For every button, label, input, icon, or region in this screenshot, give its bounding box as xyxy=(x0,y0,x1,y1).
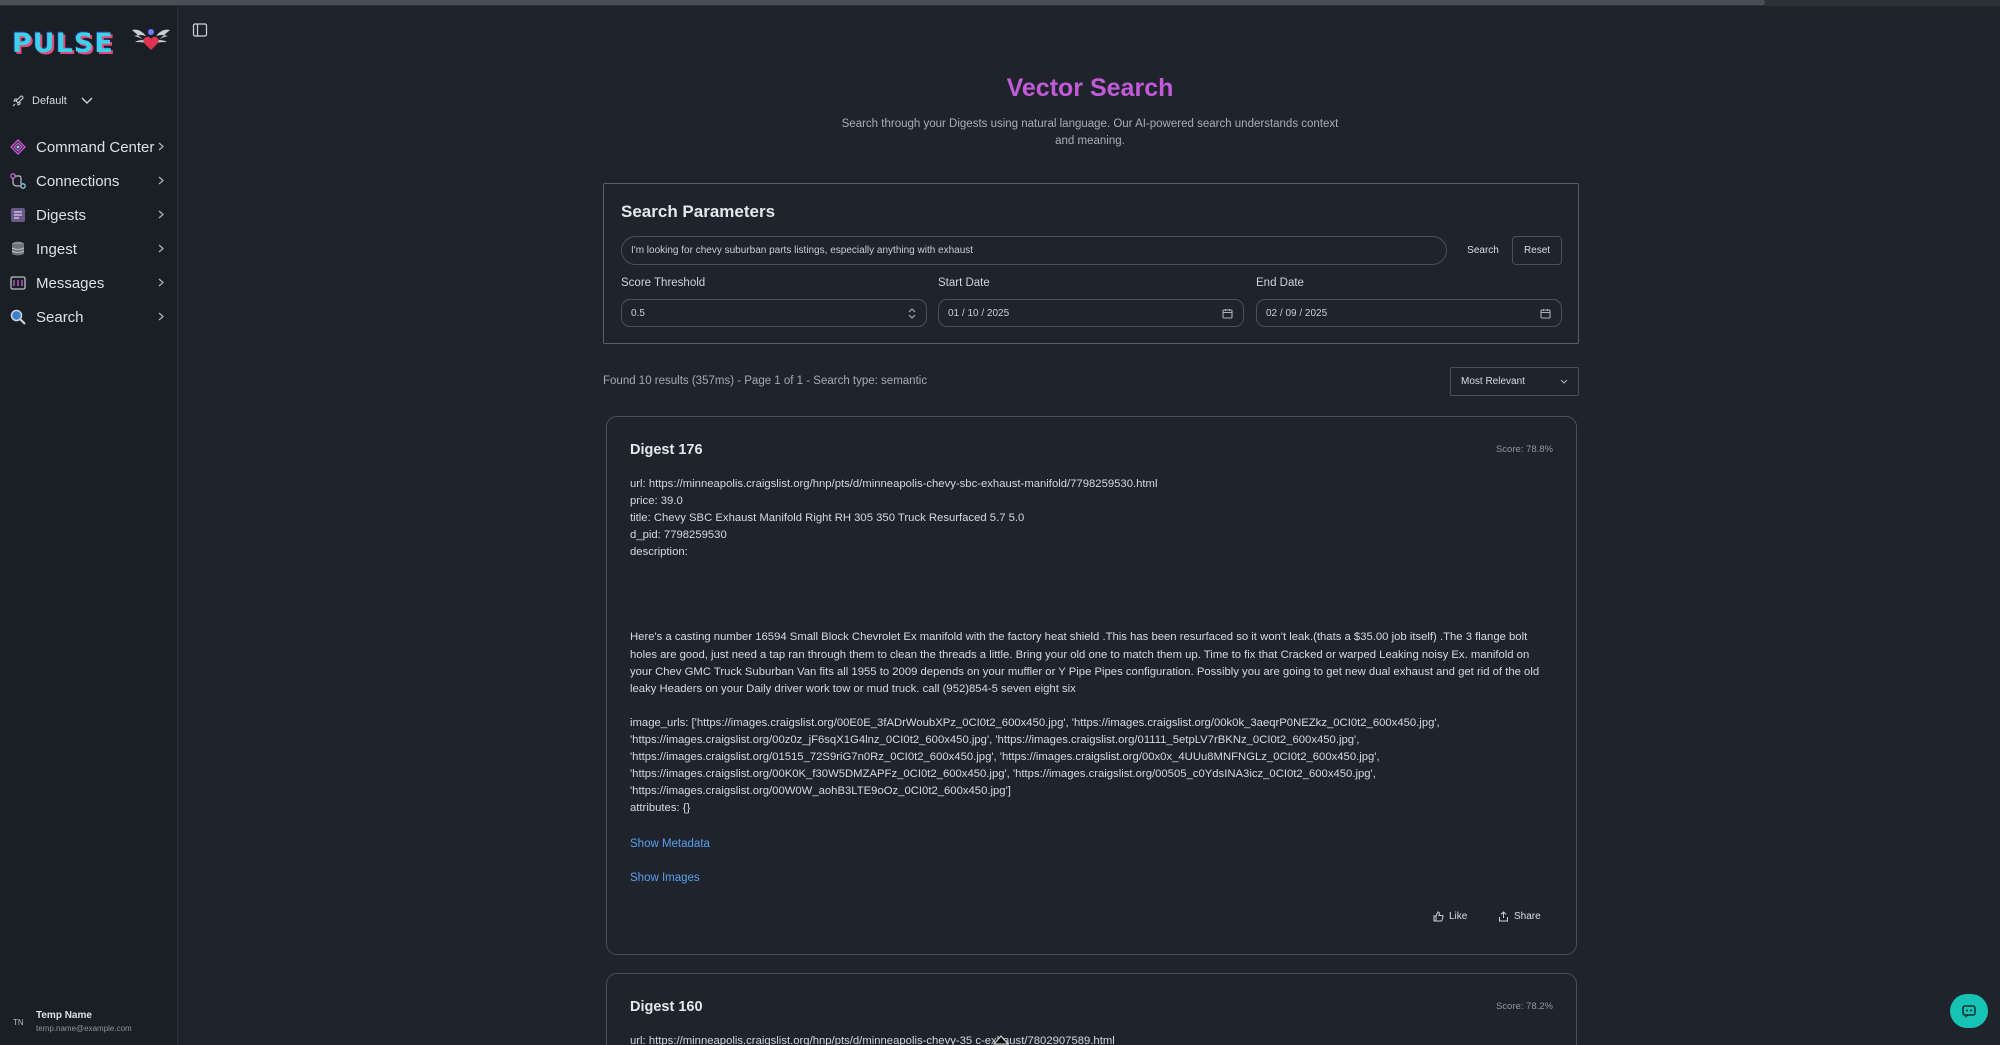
end-date-label: End Date xyxy=(1256,277,1304,289)
share-label: Share xyxy=(1514,911,1541,922)
like-button[interactable]: Like xyxy=(1433,911,1467,922)
rocket-icon xyxy=(12,95,24,107)
ingest-icon xyxy=(8,239,28,259)
result-score: Score: 78.2% xyxy=(1495,1001,1553,1012)
sidebar: PULSE Default Command Center Connections… xyxy=(0,6,178,1045)
calendar-icon[interactable] xyxy=(1540,308,1551,319)
winged-heart-icon xyxy=(132,29,170,50)
sidebar-item-label: Ingest xyxy=(36,240,77,258)
search-button[interactable]: Search xyxy=(1458,236,1508,265)
result-description: Here's a casting number 16594 Small Bloc… xyxy=(630,631,1540,695)
sidebar-nav: Command Center Connections Digests Inges… xyxy=(0,130,178,334)
score-threshold-value: 0.5 xyxy=(631,307,645,319)
chat-button[interactable] xyxy=(1950,994,1988,1028)
chevron-right-icon xyxy=(158,210,164,219)
result-card: Digest 176 Score: 78.8% url: https://min… xyxy=(606,416,1577,955)
result-attributes: attributes: {} xyxy=(630,802,691,815)
sort-selected-value: Most Relevant xyxy=(1461,376,1525,387)
search-icon xyxy=(8,307,28,327)
avatar: TN xyxy=(13,1018,24,1027)
chevron-down-icon xyxy=(1560,379,1568,384)
sidebar-item-search[interactable]: Search xyxy=(0,300,178,334)
sidebar-item-label: Messages xyxy=(36,274,105,292)
sidebar-item-connections[interactable]: Connections xyxy=(0,164,178,198)
sidebar-item-messages[interactable]: Messages xyxy=(0,266,178,300)
results-summary: Found 10 results (357ms) - Page 1 of 1 -… xyxy=(603,375,928,387)
result-price: price: 39.0 xyxy=(630,495,683,508)
result-pid: d_pid: 7798259530 xyxy=(630,529,727,542)
search-parameters-panel: Search Parameters I'm looking for chevy … xyxy=(603,183,1579,344)
result-image-urls: image_urls: ['https://images.craigslist.… xyxy=(630,716,1440,798)
start-date-value: 01 / 10 / 2025 xyxy=(948,307,1010,319)
user-email: temp.name@example.com xyxy=(36,1024,132,1033)
chevron-down-icon xyxy=(81,97,93,104)
result-card: Digest 160 Score: 78.2% url: https://min… xyxy=(606,973,1577,1045)
show-images-link[interactable]: Show Images xyxy=(630,872,700,884)
sidebar-toggle-icon[interactable] xyxy=(192,22,208,38)
calendar-icon[interactable] xyxy=(1222,308,1233,319)
result-url: url: https://minneapolis.craigslist.org/… xyxy=(630,1035,1115,1045)
result-content: url: https://minneapolis.craigslist.org/… xyxy=(630,476,1552,817)
result-description-label: description: xyxy=(630,546,688,559)
chat-bot-icon xyxy=(1962,1004,1976,1018)
logo[interactable]: PULSE xyxy=(12,24,172,64)
like-label: Like xyxy=(1449,911,1468,922)
logo-text: PULSE xyxy=(12,28,114,59)
thumbs-up-icon xyxy=(1433,911,1444,922)
user-name: Temp Name xyxy=(36,1010,92,1021)
search-parameters-heading: Search Parameters xyxy=(621,202,776,221)
workspace-selector[interactable]: Default xyxy=(12,90,93,112)
result-title: Digest 176 xyxy=(630,442,703,458)
sidebar-item-label: Command Center xyxy=(36,138,155,156)
stepper-icon[interactable] xyxy=(908,308,916,319)
sidebar-item-ingest[interactable]: Ingest xyxy=(0,232,178,266)
digests-icon xyxy=(8,205,28,225)
scroll-thumb[interactable] xyxy=(0,0,1765,5)
end-date-field[interactable]: 02 / 09 / 2025 xyxy=(1256,299,1562,327)
result-listing-title: title: Chevy SBC Exhaust Manifold Right … xyxy=(630,512,1025,525)
sidebar-item-label: Search xyxy=(36,308,84,326)
start-date-label: Start Date xyxy=(938,277,990,289)
share-button[interactable]: Share xyxy=(1498,911,1541,922)
search-input[interactable]: I'm looking for chevy suburban parts lis… xyxy=(621,236,1447,265)
page-subtitle: Search through your Digests using natura… xyxy=(841,118,1339,147)
start-date-field[interactable]: 01 / 10 / 2025 xyxy=(938,299,1244,327)
user-profile[interactable]: TN Temp Name temp.name@example.com xyxy=(0,1001,178,1041)
chevron-right-icon xyxy=(158,142,164,151)
page-title: Vector Search xyxy=(1006,74,1174,102)
result-content: url: https://minneapolis.craigslist.org/… xyxy=(630,1033,1552,1045)
score-threshold-label: Score Threshold xyxy=(621,277,706,289)
connections-icon xyxy=(8,171,28,191)
sort-select[interactable]: Most Relevant xyxy=(1450,367,1579,396)
messages-icon xyxy=(8,273,28,293)
score-threshold-field[interactable]: 0.5 xyxy=(621,299,927,327)
share-icon xyxy=(1499,911,1508,922)
sidebar-item-command-center[interactable]: Command Center xyxy=(0,130,178,164)
sidebar-item-label: Digests xyxy=(36,206,87,224)
result-score: Score: 78.8% xyxy=(1495,444,1553,455)
result-url: url: https://minneapolis.craigslist.org/… xyxy=(630,478,1158,490)
command-center-icon xyxy=(8,137,28,157)
sidebar-item-digests[interactable]: Digests xyxy=(0,198,178,232)
show-metadata-link[interactable]: Show Metadata xyxy=(630,838,710,850)
chevron-right-icon xyxy=(158,312,164,321)
sidebar-item-label: Connections xyxy=(36,172,120,190)
chevron-right-icon xyxy=(158,176,164,185)
chevron-right-icon xyxy=(158,278,164,287)
reset-button[interactable]: Reset xyxy=(1512,236,1562,265)
result-title: Digest 160 xyxy=(630,999,703,1015)
chevron-right-icon xyxy=(158,244,164,253)
mouse-cursor-icon xyxy=(993,1035,1009,1045)
end-date-value: 02 / 09 / 2025 xyxy=(1266,307,1328,319)
workspace-label: Default xyxy=(32,95,67,107)
browser-scroll-strip xyxy=(0,0,2000,6)
